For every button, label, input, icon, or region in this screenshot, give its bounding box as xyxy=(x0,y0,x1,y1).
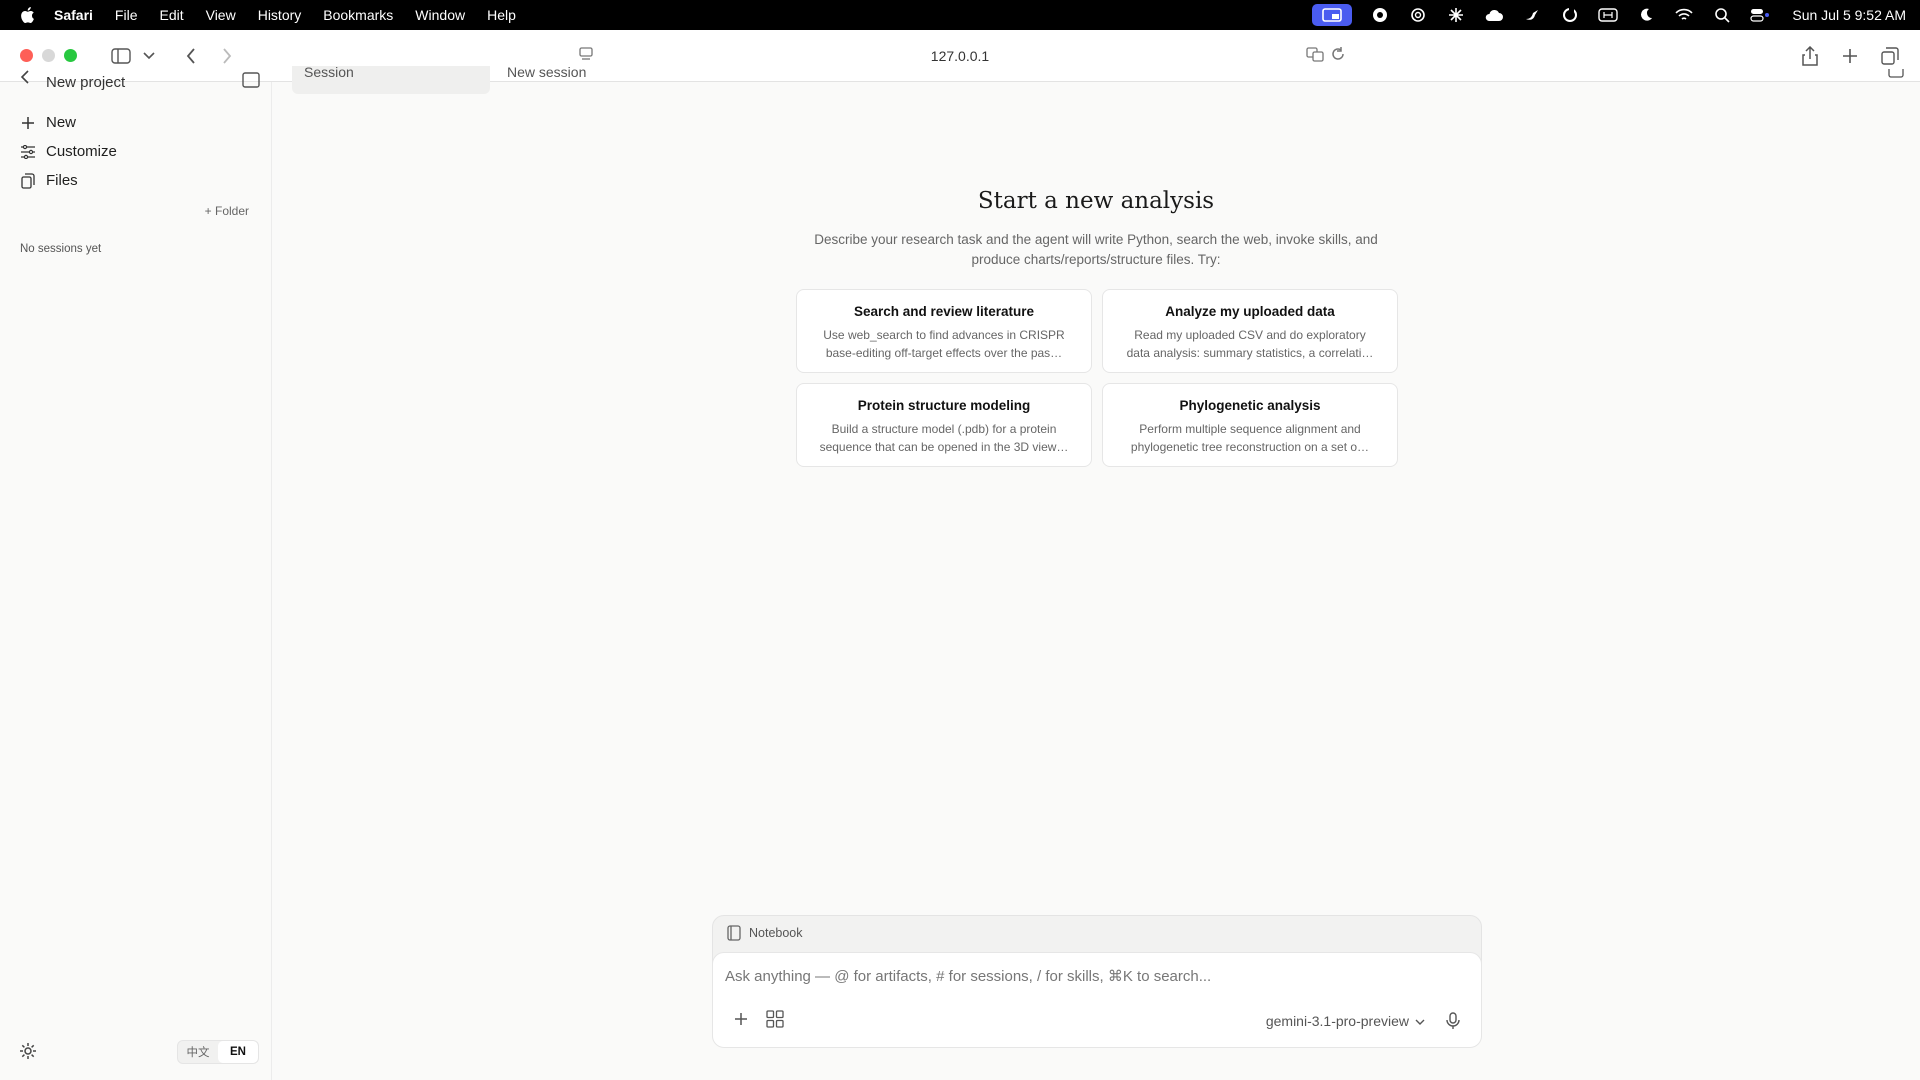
menu-app-name[interactable]: Safari xyxy=(54,7,93,23)
model-selector[interactable]: gemini-3.1-pro-preview xyxy=(1266,1013,1425,1029)
lang-zh-button[interactable]: 中文 xyxy=(178,1041,218,1063)
close-window-button[interactable] xyxy=(20,49,33,62)
project-title[interactable]: New project xyxy=(46,74,125,91)
menu-window[interactable]: Window xyxy=(415,7,465,23)
menu-file[interactable]: File xyxy=(115,7,138,23)
suggestion-cards: Search and review literature Use web_sea… xyxy=(796,289,1398,467)
suggestion-card-phylogenetic[interactable]: Phylogenetic analysis Perform multiple s… xyxy=(1102,383,1398,467)
openai-icon[interactable] xyxy=(1408,6,1428,24)
window-controls xyxy=(20,49,77,62)
card-description: Use web_search to find advances in CRISP… xyxy=(823,328,1065,360)
sidebar-item-label: Customize xyxy=(46,143,117,160)
card-title: Analyze my uploaded data xyxy=(1165,304,1335,319)
notebook-toggle[interactable]: Notebook xyxy=(727,924,803,942)
plus-icon xyxy=(20,115,36,131)
apple-icon[interactable] xyxy=(14,6,40,24)
suggestion-card-data-analysis[interactable]: Analyze my uploaded data Read my uploade… xyxy=(1102,289,1398,373)
model-name: gemini-3.1-pro-preview xyxy=(1265,1013,1409,1029)
project-header: New project xyxy=(20,70,260,94)
input-method-icon[interactable] xyxy=(1598,6,1619,24)
sidebar-item-new[interactable]: New xyxy=(20,108,117,137)
tab-new-session-label: New session xyxy=(507,66,587,80)
card-title: Search and review literature xyxy=(853,304,1035,319)
page-title: Start a new analysis xyxy=(977,188,1215,214)
status-area: Sun Jul 5 9:52 AM xyxy=(1312,4,1906,26)
main-content: Start a new analysis Describe your resea… xyxy=(272,82,1920,1080)
translate-icon[interactable] xyxy=(1306,46,1324,65)
bird-icon[interactable] xyxy=(1522,6,1542,24)
minimize-window-button[interactable] xyxy=(42,49,55,62)
tab-session-label: Session xyxy=(304,66,354,80)
settings-gear-icon[interactable] xyxy=(19,1042,37,1060)
control-center-icon[interactable] xyxy=(1750,6,1770,24)
sparkle-icon[interactable] xyxy=(1446,6,1466,24)
tab-new-session[interactable]: New session xyxy=(507,66,587,80)
menu-bar: Safari File Edit View History Bookmarks … xyxy=(0,0,1920,30)
menu-help[interactable]: Help xyxy=(487,7,516,23)
sidebar-toggle-icon[interactable] xyxy=(107,42,135,70)
add-folder-button[interactable]: + Folder xyxy=(205,204,249,218)
lang-en-button[interactable]: EN xyxy=(218,1041,258,1063)
suggestion-card-literature[interactable]: Search and review literature Use web_sea… xyxy=(796,289,1092,373)
card-description: Build a structure model (.pdb) for a pro… xyxy=(819,422,1069,454)
collapse-sidebar-icon[interactable] xyxy=(242,72,260,92)
chevron-down-icon[interactable] xyxy=(135,42,163,70)
notebook-icon xyxy=(727,925,741,941)
language-toggle: 中文 EN xyxy=(177,1040,259,1064)
no-sessions-text: No sessions yet xyxy=(20,243,102,255)
wifi-icon[interactable] xyxy=(1674,6,1694,24)
microphone-icon[interactable] xyxy=(1443,1011,1463,1031)
screen-share-icon[interactable] xyxy=(1312,4,1353,26)
sync-icon[interactable] xyxy=(1560,6,1580,24)
address-text: 127.0.0.1 xyxy=(930,48,990,64)
menu-edit[interactable]: Edit xyxy=(159,7,183,23)
sidebar: New project New Customize Files + Folder… xyxy=(0,70,272,1080)
chevron-down-icon xyxy=(1415,1013,1425,1029)
files-icon xyxy=(20,172,36,189)
suggestion-card-protein-structure[interactable]: Protein structure modeling Build a struc… xyxy=(796,383,1092,467)
composer-input-area: gemini-3.1-pro-preview xyxy=(712,952,1482,1048)
chat-icon[interactable] xyxy=(1370,6,1390,24)
menu-bookmarks[interactable]: Bookmarks xyxy=(323,7,393,23)
page-description: Describe your research task and the agen… xyxy=(814,232,1378,267)
menu-view[interactable]: View xyxy=(206,7,236,23)
sliders-icon xyxy=(20,144,36,160)
card-title: Phylogenetic analysis xyxy=(1179,398,1321,413)
card-description: Read my uploaded CSV and do exploratory … xyxy=(1126,328,1374,360)
back-icon[interactable] xyxy=(177,42,205,70)
page-menu-icon[interactable] xyxy=(578,46,594,65)
card-title: Protein structure modeling xyxy=(857,398,1031,413)
sidebar-item-label: New xyxy=(46,114,77,131)
grid-apps-icon[interactable] xyxy=(765,1009,785,1029)
add-attachment-icon[interactable] xyxy=(731,1009,751,1029)
chat-composer: Notebook gemini-3.1-pro-preview xyxy=(712,915,1482,1048)
moon-icon[interactable] xyxy=(1636,6,1656,24)
sidebar-item-label: Files xyxy=(46,172,78,189)
sidebar-nav: New Customize Files xyxy=(20,108,117,195)
back-arrow-icon[interactable] xyxy=(20,70,30,88)
sidebar-item-customize[interactable]: Customize xyxy=(20,137,117,166)
menu-clock[interactable]: Sun Jul 5 9:52 AM xyxy=(1792,7,1906,23)
cloud-icon[interactable] xyxy=(1484,6,1504,24)
zoom-window-button[interactable] xyxy=(64,49,77,62)
menu-history[interactable]: History xyxy=(258,7,302,23)
sidebar-item-files[interactable]: Files xyxy=(20,166,117,195)
card-description: Perform multiple sequence alignment and … xyxy=(1130,422,1370,454)
notebook-label: Notebook xyxy=(749,926,803,940)
search-icon[interactable] xyxy=(1712,6,1732,24)
forward-icon[interactable] xyxy=(213,42,241,70)
reload-icon[interactable] xyxy=(1330,46,1346,65)
chat-input[interactable] xyxy=(725,965,1465,987)
